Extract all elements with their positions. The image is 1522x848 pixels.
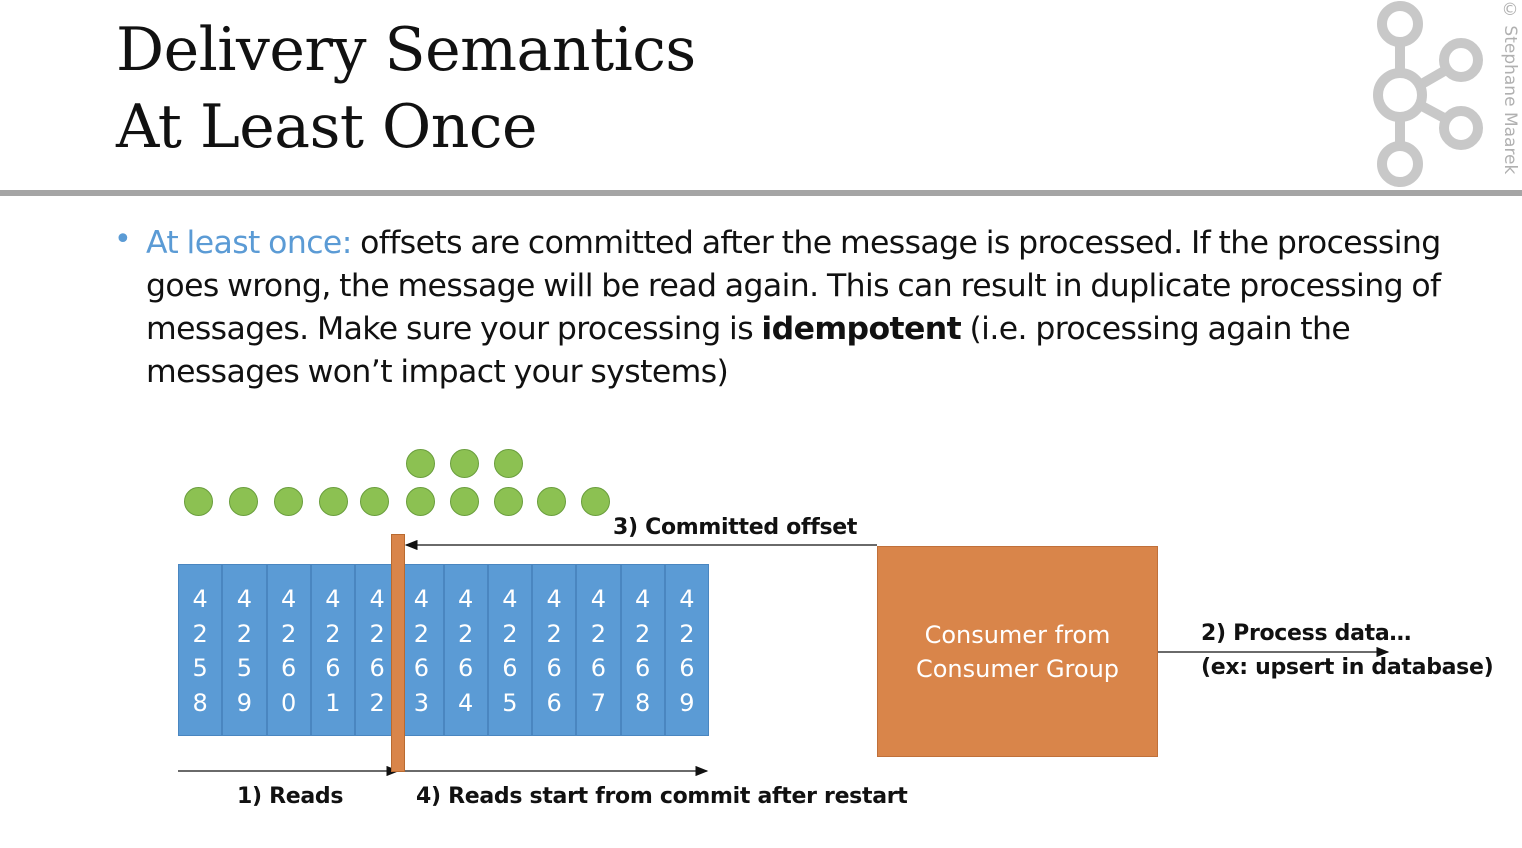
offset-digit: 6 (590, 654, 607, 682)
offset-digit: 6 (325, 654, 341, 682)
offset-cell: 4 2 6 0 (266, 564, 311, 736)
offset-digit: 4 (590, 585, 607, 613)
offset-digit: 2 (236, 619, 253, 648)
process-data-label: 2) Process data… (1201, 621, 1412, 646)
offset-digit: 4 (413, 585, 430, 613)
offset-digit: 4 (236, 585, 253, 613)
offset-digit: 6 (546, 654, 562, 682)
consumer-box: Consumer from Consumer Group (877, 546, 1158, 757)
committed-offset-marker (391, 534, 405, 772)
offset-digit: 4 (457, 585, 474, 613)
offset-digit: 2 (369, 688, 385, 717)
offset-digit: 6 (679, 654, 695, 682)
offset-digit: 9 (679, 688, 695, 717)
offset-cell: 4 2 5 8 (178, 564, 223, 736)
offset-cell: 4 2 6 9 (664, 564, 709, 736)
consumer-label-line2: Consumer Group (915, 654, 1120, 683)
reads-label: 1) Reads (237, 784, 344, 809)
offset-cell: 4 2 6 8 (620, 564, 665, 736)
offset-digit: 4 (634, 585, 651, 613)
offset-digit: 4 (369, 585, 385, 613)
offset-digit: 2 (502, 619, 518, 648)
process-data-example-label: (ex: upsert in database) (1201, 655, 1494, 680)
offset-digit: 2 (369, 619, 385, 648)
offset-digit: 4 (192, 585, 208, 613)
offset-digit: 8 (634, 688, 651, 717)
offset-cell: 4 2 5 9 (222, 564, 267, 736)
offset-digit: 6 (546, 688, 562, 717)
offset-digit: 7 (590, 688, 607, 717)
offset-digit: 6 (413, 654, 430, 682)
offset-digit: 4 (679, 585, 695, 613)
offset-digit: 5 (502, 688, 518, 717)
offset-cell: 4 2 6 7 (576, 564, 621, 736)
offset-digit: 6 (502, 654, 518, 682)
offset-digit: 2 (590, 619, 607, 648)
offset-digit: 4 (546, 585, 562, 613)
offset-digit: 6 (457, 654, 474, 682)
offset-digit: 2 (325, 619, 341, 648)
offset-digit: 4 (502, 585, 518, 613)
offset-digit: 2 (546, 619, 562, 648)
offset-digit: 2 (679, 619, 695, 648)
offset-digit: 6 (280, 654, 297, 682)
offset-digit: 8 (192, 688, 208, 717)
offset-digit: 6 (634, 654, 651, 682)
offset-digit: 2 (634, 619, 651, 648)
offset-cell: 4 2 6 4 (443, 564, 488, 736)
offset-digit: 6 (369, 654, 385, 682)
offset-digit: 3 (413, 688, 430, 717)
committed-offset-label: 3) Committed offset (613, 515, 858, 540)
offset-digit: 0 (280, 688, 297, 717)
offset-digit: 2 (192, 619, 208, 648)
offset-cell: 4 2 6 1 (310, 564, 355, 736)
offset-digit: 1 (325, 688, 341, 717)
offset-digit: 2 (280, 619, 297, 648)
offset-digit: 9 (236, 688, 253, 717)
partition-offsets: 4258425942604261426242634264426542664267… (178, 564, 709, 736)
offset-digit: 4 (280, 585, 297, 613)
offset-digit: 2 (413, 619, 430, 648)
offset-digit: 4 (457, 688, 474, 717)
offset-digit: 5 (192, 654, 208, 682)
offset-digit: 4 (325, 585, 341, 613)
offset-digit: 2 (457, 619, 474, 648)
offset-digit: 5 (236, 654, 253, 682)
restart-reads-label: 4) Reads start from commit after restart (416, 784, 908, 809)
offset-cell: 4 2 6 5 (487, 564, 532, 736)
offset-cell: 4 2 6 3 (399, 564, 444, 736)
offset-cell: 4 2 6 6 (532, 564, 577, 736)
consumer-label-line1: Consumer from (924, 620, 1111, 649)
